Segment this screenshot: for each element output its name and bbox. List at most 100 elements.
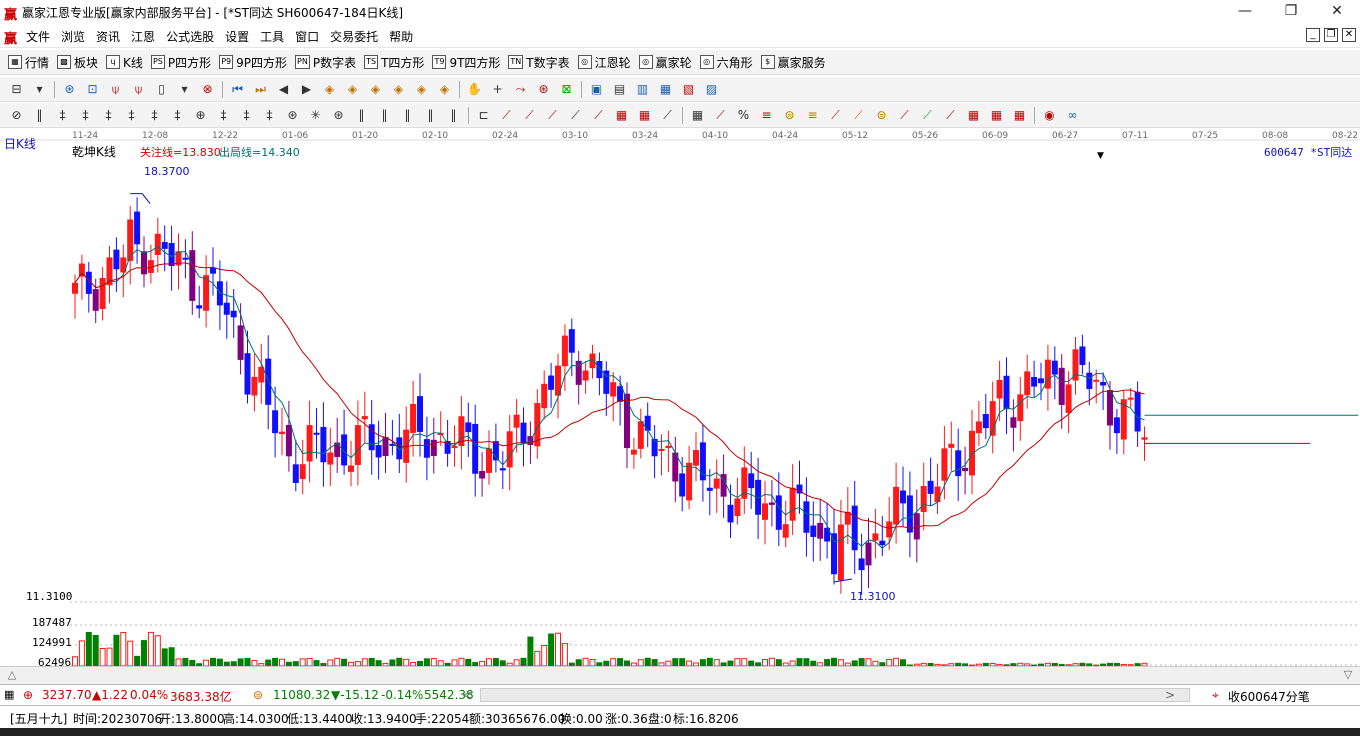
tool-icon[interactable]: ⟋: [590, 107, 607, 124]
tool-icon[interactable]: ‡: [215, 107, 232, 124]
mdi-minimize-button[interactable]: _: [1306, 28, 1320, 42]
menu-item[interactable]: 资讯: [96, 28, 120, 45]
tool-icon[interactable]: ▦: [689, 107, 706, 124]
menu-item[interactable]: 江恩: [131, 28, 155, 45]
tool-icon[interactable]: ⊛: [535, 81, 552, 98]
tool-icon[interactable]: ▥: [634, 81, 651, 98]
tool-icon[interactable]: ◀: [275, 81, 292, 98]
tool-icon[interactable]: ◈: [390, 81, 407, 98]
menu-item[interactable]: 公式选股: [166, 28, 214, 45]
scroll-right-icon[interactable]: >: [1165, 688, 1175, 702]
menu-item[interactable]: 交易委托: [330, 28, 378, 45]
tool-icon[interactable]: ⟋: [498, 107, 515, 124]
tool-icon[interactable]: ▯: [153, 81, 170, 98]
tool-icon[interactable]: ≡: [758, 107, 775, 124]
toolbar-button[interactable]: $ 赢家服务: [760, 54, 826, 71]
menu-item[interactable]: 帮助: [389, 28, 413, 45]
scroll-left-icon[interactable]: <: [462, 688, 472, 702]
tool-icon[interactable]: ◈: [344, 81, 361, 98]
mdi-close-button[interactable]: ✕: [1342, 28, 1356, 42]
tool-icon[interactable]: ⊛: [61, 81, 78, 98]
tool-icon[interactable]: ‡: [238, 107, 255, 124]
tool-icon[interactable]: ✳: [307, 107, 324, 124]
menu-item[interactable]: 文件: [26, 28, 50, 45]
tool-icon[interactable]: ‡: [146, 107, 163, 124]
toolbar-button[interactable]: ◎ 六角形: [699, 54, 753, 71]
tool-icon[interactable]: ▣: [588, 81, 605, 98]
toolbar-button[interactable]: ▦ 行情: [8, 54, 49, 71]
tool-icon[interactable]: ⊘: [8, 107, 25, 124]
tool-icon[interactable]: ‖: [376, 107, 393, 124]
tool-icon[interactable]: ⊟: [8, 81, 25, 98]
toolbar-button[interactable]: ɥ K线: [106, 54, 143, 71]
scroll-up-icon[interactable]: △: [2, 667, 22, 684]
tool-icon[interactable]: ▶: [298, 81, 315, 98]
tool-icon[interactable]: ‡: [169, 107, 186, 124]
close-button[interactable]: ✕: [1314, 0, 1360, 24]
tool-icon[interactable]: ⊗: [199, 81, 216, 98]
tool-icon[interactable]: ⊏: [475, 107, 492, 124]
toolbar-button[interactable]: PN P数字表: [295, 54, 356, 71]
tool-icon[interactable]: ▦: [636, 107, 653, 124]
toolbar-button[interactable]: ▩ 板块: [57, 54, 98, 71]
tool-icon[interactable]: ◈: [367, 81, 384, 98]
menu-item[interactable]: 工具: [260, 28, 284, 45]
tool-icon[interactable]: ‡: [77, 107, 94, 124]
tool-icon[interactable]: ⍦: [130, 81, 147, 98]
tool-icon[interactable]: ⊜: [873, 107, 890, 124]
tool-icon[interactable]: ⊡: [84, 81, 101, 98]
tool-icon[interactable]: ‡: [123, 107, 140, 124]
toolbar-button[interactable]: TN T数字表: [508, 54, 570, 71]
menu-item[interactable]: 窗口: [295, 28, 319, 45]
tool-icon[interactable]: ⊛: [330, 107, 347, 124]
menu-item[interactable]: 设置: [225, 28, 249, 45]
toolbar-button[interactable]: P9 9P四方形: [219, 54, 287, 71]
tool-icon[interactable]: ⊠: [558, 81, 575, 98]
tool-icon[interactable]: ▦: [988, 107, 1005, 124]
tool-icon[interactable]: ▦: [1011, 107, 1028, 124]
tool-icon[interactable]: ⏮: [229, 81, 246, 98]
tool-icon[interactable]: ⟋: [521, 107, 538, 124]
tool-icon[interactable]: ≡: [804, 107, 821, 124]
tool-icon[interactable]: ▦: [965, 107, 982, 124]
tool-icon[interactable]: ⟋: [659, 107, 676, 124]
tool-icon[interactable]: ⟋: [712, 107, 729, 124]
tool-icon[interactable]: ◈: [413, 81, 430, 98]
kline-chart[interactable]: 日K线 乾坤K线 关注线=13.830 出局线=14.340 600647 *S…: [0, 129, 1360, 684]
mdi-restore-button[interactable]: ❐: [1324, 28, 1338, 42]
toolbar-button[interactable]: TS T四方形: [364, 54, 424, 71]
tool-icon[interactable]: ▦: [613, 107, 630, 124]
tool-icon[interactable]: ▾: [176, 81, 193, 98]
tool-icon[interactable]: ∞: [1064, 107, 1081, 124]
tool-icon[interactable]: ‖: [399, 107, 416, 124]
tool-icon[interactable]: ✋: [466, 81, 483, 98]
tool-icon[interactable]: ‖: [445, 107, 462, 124]
tool-icon[interactable]: ⊛: [284, 107, 301, 124]
tool-icon[interactable]: ◈: [436, 81, 453, 98]
tool-icon[interactable]: ‖: [31, 107, 48, 124]
tool-icon[interactable]: ⟋: [827, 107, 844, 124]
tool-icon[interactable]: ⍦: [107, 81, 124, 98]
tool-icon[interactable]: ⤳: [512, 81, 529, 98]
tool-icon[interactable]: ⊜: [781, 107, 798, 124]
tool-icon[interactable]: ⊕: [192, 107, 209, 124]
tool-icon[interactable]: ◈: [321, 81, 338, 98]
tool-icon[interactable]: ‖: [422, 107, 439, 124]
index-scrollbar[interactable]: [480, 688, 1190, 702]
tool-icon[interactable]: ‡: [54, 107, 71, 124]
tool-icon[interactable]: ⟋: [896, 107, 913, 124]
menu-item[interactable]: 浏览: [61, 28, 85, 45]
tool-icon[interactable]: +: [489, 81, 506, 98]
ticks-button[interactable]: 收600647分笔: [1228, 688, 1310, 705]
grid-icon[interactable]: ▦: [4, 688, 14, 701]
tool-icon[interactable]: ⟋: [919, 107, 936, 124]
tool-icon[interactable]: ‖: [353, 107, 370, 124]
tool-icon[interactable]: ⟋: [942, 107, 959, 124]
chart-scrollbar[interactable]: △ ▽: [0, 666, 1360, 684]
toolbar-button[interactable]: PS P四方形: [150, 54, 211, 71]
tool-icon[interactable]: ⟋: [544, 107, 561, 124]
toolbar-button[interactable]: T9 9T四方形: [432, 54, 500, 71]
tool-icon[interactable]: ‡: [261, 107, 278, 124]
tool-icon[interactable]: ◉: [1041, 107, 1058, 124]
tool-icon[interactable]: ⏭: [252, 81, 269, 98]
